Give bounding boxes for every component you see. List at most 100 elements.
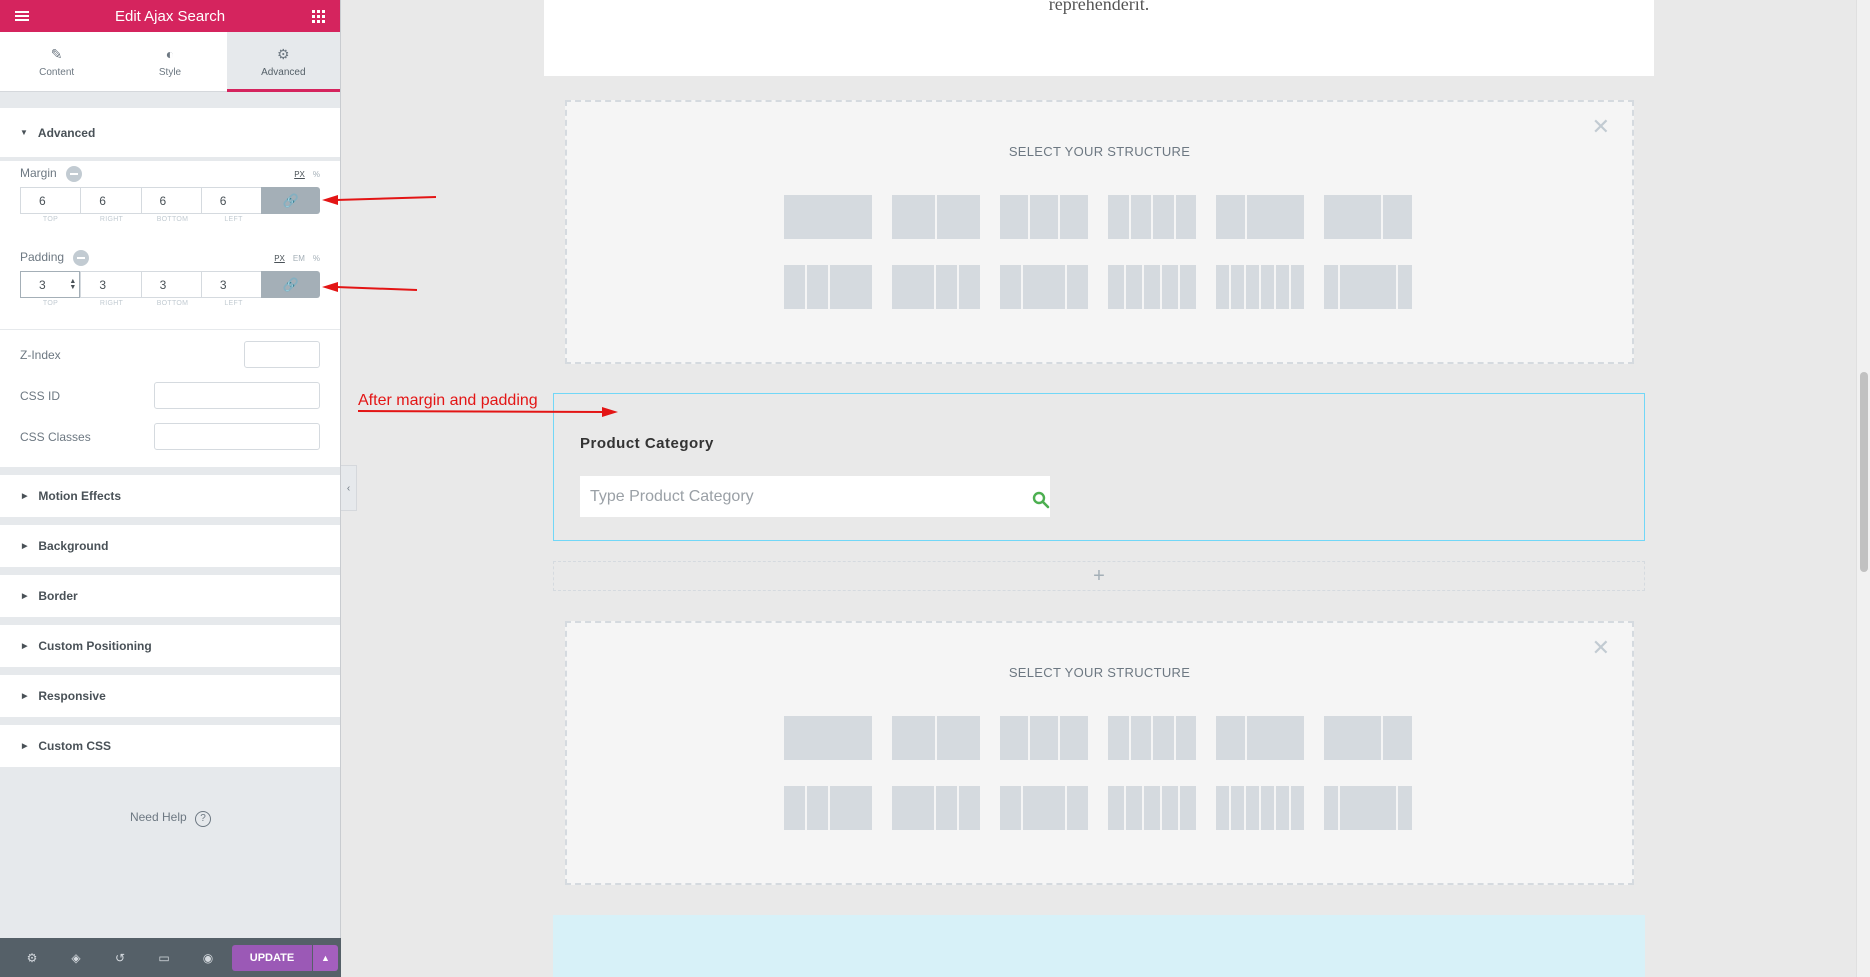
z-index-row: Z-Index xyxy=(20,334,320,375)
hamburger-menu-icon[interactable] xyxy=(10,4,34,28)
section-background[interactable]: ▶ Background xyxy=(0,525,340,567)
preset-20x5[interactable] xyxy=(1108,786,1196,830)
editor-panel: Edit Ajax Search ✎ Content ◐ Style ⚙ Adv… xyxy=(0,0,341,977)
section-label: Custom Positioning xyxy=(38,639,152,653)
settings-icon[interactable]: ⚙ xyxy=(10,938,54,977)
navigator-layers-icon[interactable]: ◈ xyxy=(54,938,98,977)
z-index-input[interactable] xyxy=(244,341,320,368)
padding-top-input[interactable]: 3 ▲ ▼ xyxy=(20,271,81,298)
margin-bottom-input[interactable]: 6 xyxy=(140,187,201,214)
annotation-arrow-margin xyxy=(322,195,437,205)
side-label-top: TOP xyxy=(42,216,59,223)
preset-25x4[interactable] xyxy=(1108,195,1196,239)
margin-units: PX % xyxy=(294,170,320,179)
question-icon: ? xyxy=(195,811,212,827)
preset-33-66[interactable] xyxy=(1216,195,1304,239)
update-button[interactable]: UPDATE xyxy=(232,944,312,971)
widgets-grid-icon[interactable] xyxy=(306,4,330,28)
preset-25-25-50[interactable] xyxy=(784,786,872,830)
structure-presets xyxy=(784,195,1412,309)
preset-25-25-50[interactable] xyxy=(784,265,872,309)
scrollbar-thumb[interactable] xyxy=(1860,372,1868,572)
add-section-button[interactable]: + xyxy=(553,561,1645,591)
preset-100[interactable] xyxy=(784,716,872,760)
margin-inputs: 6 6 6 6 🔗 xyxy=(20,187,321,214)
preset-20x5[interactable] xyxy=(1108,265,1196,309)
pencil-icon: ✎ xyxy=(50,45,63,62)
padding-link-button[interactable]: 🔗 xyxy=(261,271,320,298)
product-category-search-input[interactable]: Type Product Category xyxy=(580,476,1050,517)
preset-25x4[interactable] xyxy=(1108,716,1196,760)
tab-content[interactable]: ✎ Content xyxy=(0,32,113,91)
css-classes-input[interactable] xyxy=(154,423,320,450)
margin-top-input[interactable]: 6 xyxy=(20,187,81,214)
section-advanced-header[interactable]: ▼ Advanced xyxy=(0,108,340,157)
preset-33-66[interactable] xyxy=(1216,716,1304,760)
search-icon[interactable] xyxy=(1032,491,1050,509)
preset-33-33-33[interactable] xyxy=(1000,716,1088,760)
margin-label: Margin xyxy=(20,166,57,181)
margin-right-input[interactable]: 6 xyxy=(80,187,141,214)
close-icon[interactable]: ✕ xyxy=(1592,116,1610,138)
collapse-panel-chevron-icon[interactable]: ‹ xyxy=(341,465,357,511)
preset-16-66-16[interactable] xyxy=(1324,265,1412,309)
caret-right-icon: ▶ xyxy=(22,593,28,600)
unit-px[interactable]: PX xyxy=(294,170,305,179)
preset-50-50[interactable] xyxy=(892,195,980,239)
margin-link-button[interactable]: 🔗 xyxy=(261,187,321,214)
padding-bottom-input[interactable]: 3 xyxy=(140,271,201,298)
preset-16-66-16[interactable] xyxy=(1324,786,1412,830)
section-motion-effects[interactable]: ▶ Motion Effects xyxy=(0,475,340,517)
preview-eye-icon[interactable]: ◉ xyxy=(186,938,230,977)
page-scrollbar[interactable] xyxy=(1856,0,1870,977)
section-responsive[interactable]: ▶ Responsive xyxy=(0,675,340,717)
unit-percent[interactable]: % xyxy=(313,170,320,179)
padding-top-value: 3 xyxy=(39,277,46,292)
section-border[interactable]: ▶ Border xyxy=(0,575,340,617)
margin-left-input[interactable]: 6 xyxy=(200,187,262,214)
spinner-icon[interactable]: ▲ ▼ xyxy=(69,278,76,291)
padding-left-input[interactable]: 3 xyxy=(200,271,262,298)
padding-right-input[interactable]: 3 xyxy=(80,271,141,298)
preset-25-50-25[interactable] xyxy=(1000,265,1088,309)
responsive-toggle-icon[interactable] xyxy=(66,166,83,182)
panel-footer: ⚙ ◈ ↺ ▭ ◉ UPDATE ▲ xyxy=(0,938,341,977)
tab-advanced[interactable]: ⚙ Advanced xyxy=(226,32,341,92)
ajax-search-widget[interactable]: Product Category Type Product Category xyxy=(553,393,1645,541)
need-help-link[interactable]: Need Help ? xyxy=(0,810,341,827)
preset-25-50-25[interactable] xyxy=(1000,786,1088,830)
section-custom-css[interactable]: ▶ Custom CSS xyxy=(0,725,340,767)
preset-50-50[interactable] xyxy=(892,716,980,760)
update-options-caret-icon[interactable]: ▲ xyxy=(313,944,338,971)
side-label-left: LEFT xyxy=(224,300,243,307)
caret-right-icon: ▶ xyxy=(22,493,28,500)
tab-content-label: Content xyxy=(39,66,75,78)
responsive-mode-icon[interactable]: ▭ xyxy=(142,938,186,977)
preset-33-33-33[interactable] xyxy=(1000,195,1088,239)
preset-50-25-25[interactable] xyxy=(892,786,980,830)
section-custom-positioning[interactable]: ▶ Custom Positioning xyxy=(0,625,340,667)
unit-px[interactable]: PX xyxy=(274,254,285,263)
css-id-row: CSS ID xyxy=(20,375,320,416)
history-icon[interactable]: ↺ xyxy=(98,938,142,977)
caret-down-icon: ▼ xyxy=(20,128,28,137)
margin-label-row: Margin PX % xyxy=(20,161,320,187)
structure-presets xyxy=(784,716,1412,830)
preset-66-33[interactable] xyxy=(1324,716,1412,760)
preset-50-25-25[interactable] xyxy=(892,265,980,309)
close-icon[interactable]: ✕ xyxy=(1592,637,1610,659)
tab-style[interactable]: ◐ Style xyxy=(113,32,226,91)
padding-units: PX EM % xyxy=(274,254,320,263)
preset-16x6[interactable] xyxy=(1216,265,1304,309)
responsive-toggle-icon[interactable] xyxy=(73,250,90,266)
side-label-top: TOP xyxy=(42,300,59,307)
search-placeholder: Type Product Category xyxy=(590,487,754,505)
z-index-label: Z-Index xyxy=(20,347,61,362)
unit-em[interactable]: EM xyxy=(293,254,305,263)
unit-percent[interactable]: % xyxy=(313,254,320,263)
preset-100[interactable] xyxy=(784,195,872,239)
caret-right-icon: ▶ xyxy=(22,743,28,750)
css-id-input[interactable] xyxy=(154,382,320,409)
preset-66-33[interactable] xyxy=(1324,195,1412,239)
preset-16x6[interactable] xyxy=(1216,786,1304,830)
